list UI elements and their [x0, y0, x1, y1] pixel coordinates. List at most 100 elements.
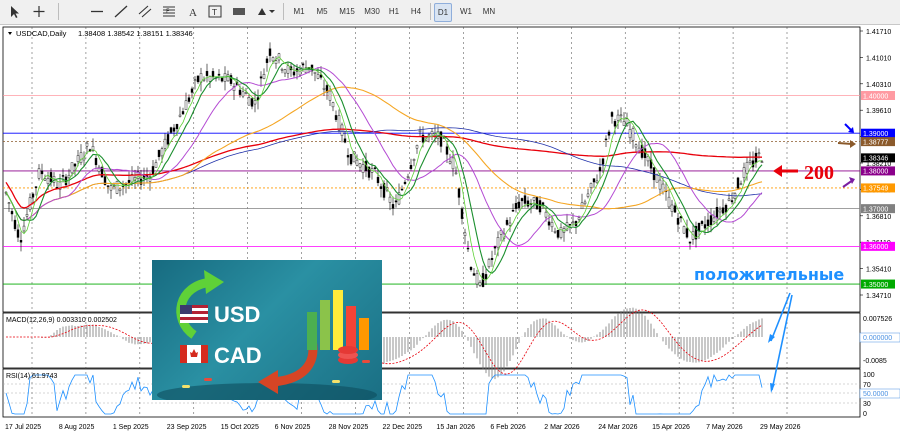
candle-body — [106, 185, 110, 187]
trend-line-icon[interactable] — [112, 3, 130, 20]
candle-body — [451, 157, 455, 170]
candle-body — [73, 163, 77, 167]
candle-body — [76, 155, 80, 162]
timeframe-m5[interactable]: M5 — [313, 3, 331, 20]
rsi-scale-0: 0 — [863, 411, 867, 418]
shapes-dropdown-icon[interactable] — [254, 3, 276, 20]
candle-body — [292, 71, 296, 76]
candle-body — [184, 100, 188, 110]
candle-body — [715, 206, 719, 219]
candle-body — [670, 204, 674, 212]
time-axis-label: 15 Jan 2026 — [436, 424, 475, 431]
rsi-scale-50: 50.0000 — [863, 391, 888, 398]
candle-body — [742, 167, 746, 178]
label-tool-icon[interactable]: T — [206, 3, 224, 20]
timeframe-h4[interactable]: H4 — [408, 3, 424, 20]
candle-body — [163, 138, 167, 149]
candle-body — [250, 98, 254, 107]
candle-body — [613, 121, 617, 127]
candle-body — [7, 202, 11, 204]
candle-body — [472, 273, 476, 276]
candle-body — [217, 73, 221, 76]
time-axis-label: 2 Mar 2026 — [544, 424, 580, 431]
channel-icon[interactable] — [136, 3, 154, 20]
candle-body — [703, 224, 707, 229]
candle-body — [16, 229, 20, 238]
timeframe-m1[interactable]: M1 — [290, 3, 308, 20]
candle-body — [592, 178, 596, 183]
candle-body — [583, 201, 587, 205]
candle-body — [553, 231, 557, 233]
candle-body — [535, 196, 539, 210]
candle-body — [496, 237, 500, 248]
price-level-label: 1.37549 — [863, 186, 888, 193]
candle-body — [271, 57, 275, 62]
candle-body — [667, 196, 671, 208]
candle-body — [43, 178, 47, 181]
candle-body — [736, 177, 740, 189]
crosshair-icon[interactable] — [30, 3, 48, 20]
candle-body — [157, 149, 161, 158]
chart-area[interactable]: 1.417101.410101.403101.396101.389101.382… — [0, 25, 900, 441]
candle-body — [175, 124, 179, 130]
candle-body — [748, 160, 752, 163]
candle-body — [739, 183, 743, 185]
candle-body — [469, 266, 473, 270]
rectangle-tool-icon[interactable] — [230, 3, 248, 20]
timeframe-h1[interactable]: H1 — [386, 3, 402, 20]
timeframe-m30[interactable]: M30 — [361, 3, 383, 20]
candle-body — [178, 114, 182, 117]
price-scale-label: 1.36810 — [866, 214, 891, 221]
candle-body — [28, 197, 32, 211]
candle-body — [727, 198, 731, 201]
candle-body — [409, 164, 413, 169]
time-axis-label: 28 Nov 2025 — [329, 424, 369, 431]
candle-body — [40, 170, 44, 175]
candle-body — [646, 156, 650, 162]
text-tool-icon[interactable]: A — [184, 3, 202, 20]
candle-body — [673, 205, 677, 213]
candle-body — [493, 246, 497, 249]
candle-body — [109, 185, 113, 191]
price-level-label: 1.40000 — [863, 93, 888, 100]
candle-body — [586, 193, 590, 197]
timeframe-d1[interactable]: D1 — [434, 3, 452, 22]
candle-body — [361, 164, 365, 173]
timeframe-m15[interactable]: M15 — [336, 3, 358, 20]
candle-body — [193, 79, 197, 81]
candle-body — [448, 161, 452, 164]
candle-body — [478, 281, 482, 286]
candle-body — [415, 145, 419, 149]
candle-body — [556, 230, 560, 238]
candle-body — [349, 154, 353, 165]
timeframe-mn[interactable]: MN — [480, 3, 498, 20]
usd-cad-promo-image: USD CAD — [152, 260, 382, 400]
fibonacci-icon[interactable]: F — [160, 3, 178, 20]
candle-body — [10, 211, 14, 215]
candle-body — [709, 215, 713, 226]
time-axis-label: 15 Oct 2025 — [221, 424, 259, 431]
horizontal-line-icon[interactable] — [88, 3, 106, 20]
cursor-tool-icon[interactable] — [6, 3, 22, 20]
candle-body — [208, 76, 212, 82]
macd-pane[interactable] — [2, 312, 861, 369]
price-scale-label: 1.41010 — [866, 55, 891, 62]
candle-body — [688, 241, 692, 244]
macd-scale-zero: 0.000000 — [863, 335, 892, 342]
candle-body — [22, 225, 26, 232]
time-axis-label: 6 Nov 2025 — [275, 424, 311, 431]
candle-body — [697, 222, 701, 232]
candle-body — [514, 203, 518, 209]
candle-body — [454, 172, 458, 175]
svg-text:A: A — [189, 7, 197, 19]
candle-body — [559, 227, 563, 238]
candle-body — [631, 128, 635, 141]
candle-body — [685, 228, 689, 238]
candle-body — [253, 100, 257, 105]
candle-body — [412, 159, 416, 161]
timeframe-w1[interactable]: W1 — [458, 3, 474, 20]
candle-body — [745, 162, 749, 174]
candle-body — [724, 204, 728, 213]
candle-body — [181, 111, 185, 115]
candle-body — [358, 163, 362, 168]
